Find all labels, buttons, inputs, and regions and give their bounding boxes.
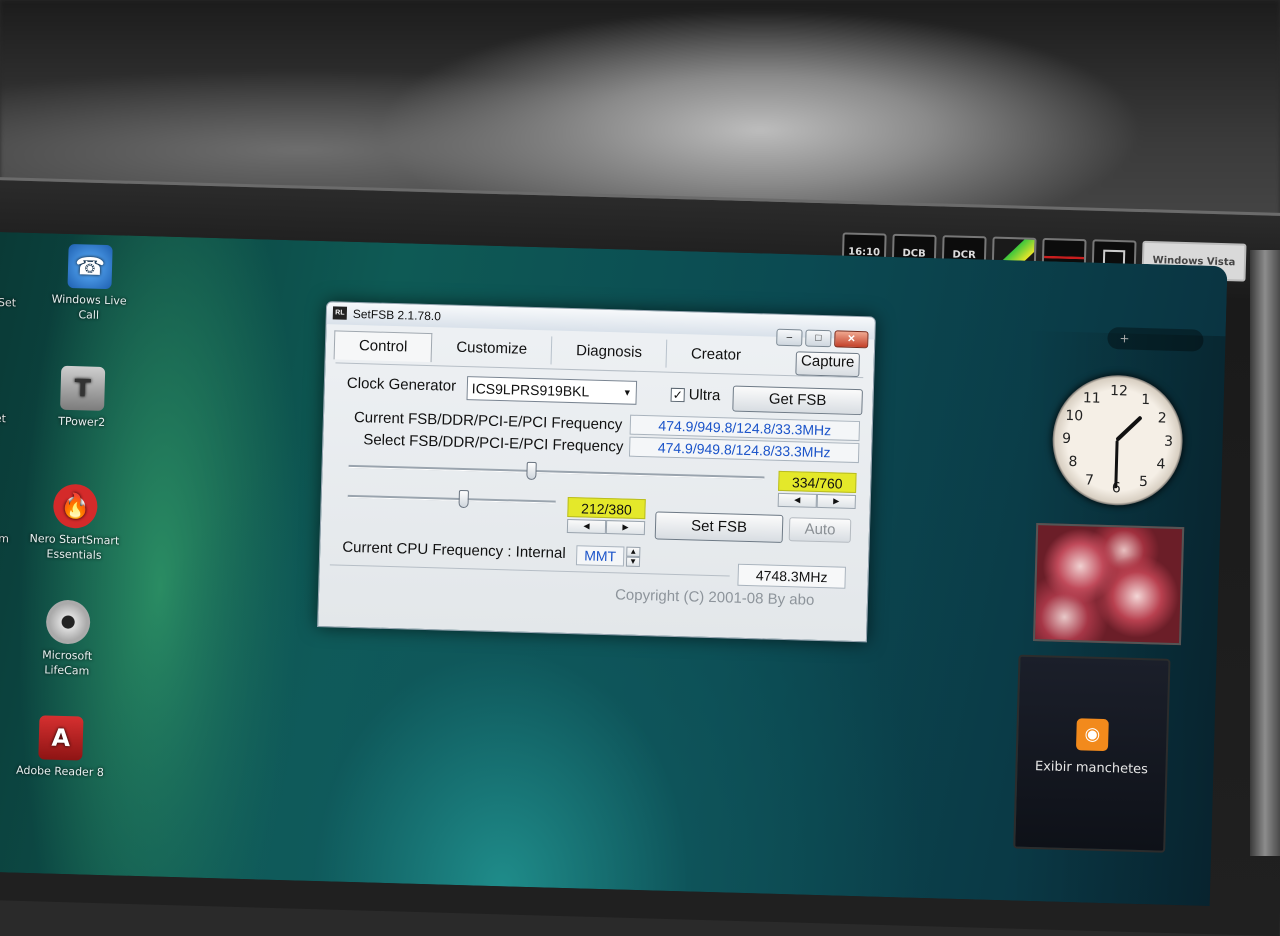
pdf-icon: A <box>38 715 84 761</box>
tpower-icon: T <box>60 365 106 411</box>
cpu-frequency-readout: 4748.3MHz <box>737 563 846 589</box>
cpu-source-spinner[interactable]: ▲ ▼ <box>625 546 641 567</box>
arrow-left-icon[interactable]: ◀ <box>566 518 607 535</box>
tab-control[interactable]: Control <box>333 330 433 363</box>
secondary-slider-readout: 212/380 <box>567 496 646 520</box>
slideshow-gadget-photo[interactable] <box>1032 523 1185 646</box>
feed-headlines-gadget[interactable]: ◉ Exibir manchetes <box>1013 654 1171 853</box>
close-button[interactable]: ✕ <box>834 330 869 349</box>
clock-number: 2 <box>1157 410 1167 427</box>
nero-icon: 🔥 <box>52 483 98 529</box>
clock-generator-label: Clock Generator <box>346 374 457 395</box>
desktop-icon-label: Windows Live Call <box>51 292 127 322</box>
desktop-icon-label: Adobe Reader 8 <box>15 763 104 780</box>
tab-bar: Control Customize Diagnosis Creator <box>333 330 766 371</box>
clock-hour-hand <box>1115 415 1143 442</box>
webcam-icon <box>45 599 91 645</box>
desktop-screen: Set et om 8 ☎ Windows Live Call T TPower… <box>0 232 1228 907</box>
current-frequency-label: Current FSB/DDR/PCI-E/PCI Frequency <box>353 408 623 434</box>
arrow-up-icon[interactable]: ▲ <box>626 546 641 558</box>
clock-number: 12 <box>1109 383 1129 400</box>
clock-number: 5 <box>1138 473 1149 491</box>
arrow-right-icon[interactable]: ▶ <box>605 520 646 536</box>
secondary-slider-track[interactable] <box>347 494 556 504</box>
maximize-button[interactable]: □ <box>805 329 832 348</box>
desktop-icon-adobe-reader[interactable]: A Adobe Reader 8 <box>15 715 107 780</box>
partial-icon-label: Set <box>0 295 17 310</box>
arrow-down-icon[interactable]: ▼ <box>625 556 641 567</box>
tab-customize[interactable]: Customize <box>431 333 553 365</box>
monitor-bezel-edge <box>1250 250 1280 856</box>
clock-number: 4 <box>1156 456 1166 473</box>
clock-number: 9 <box>1061 430 1072 447</box>
clock-number: 11 <box>1082 390 1101 407</box>
fsb-slider-track[interactable] <box>348 464 765 480</box>
partial-icon-label: et <box>0 411 7 426</box>
clock-generator-value: ICS9LPRS919BKL <box>471 380 590 400</box>
ultra-checkbox[interactable]: ✓ <box>670 387 685 403</box>
clock-generator-select[interactable]: ICS9LPRS919BKL ▼ <box>466 376 638 405</box>
clock-number: 8 <box>1068 453 1078 471</box>
arrow-right-icon[interactable]: ▶ <box>816 493 856 509</box>
tab-creator[interactable]: Creator <box>667 340 766 371</box>
chevron-down-icon: ▼ <box>622 387 632 398</box>
get-fsb-button[interactable]: Get FSB <box>732 385 863 416</box>
setfsb-window: RL SetFSB 2.1.78.0 – □ ✕ Control Customi… <box>317 301 876 643</box>
desktop-icon-label: Microsoft LifeCam <box>41 648 93 678</box>
desktop-icon-windows-live-call[interactable]: ☎ Windows Live Call <box>44 243 136 323</box>
auto-button[interactable]: Auto <box>788 517 852 543</box>
partial-icon-label: om <box>0 531 10 546</box>
select-frequency-value: 474.9/949.8/124.8/33.3MHz <box>628 436 860 464</box>
arrow-left-icon[interactable]: ◀ <box>777 492 818 508</box>
feed-headlines-label: Exibir manchetes <box>1034 759 1149 778</box>
rss-icon: ◉ <box>1075 718 1109 752</box>
fsb-slider-spinner[interactable]: ◀ ▶ <box>777 492 856 509</box>
fsb-slider-readout: 334/760 <box>778 470 857 494</box>
sidebar-add-gadget-button[interactable]: + <box>1107 326 1204 352</box>
cpu-source-value: MMT <box>575 545 625 567</box>
secondary-slider-spinner[interactable]: ◀ ▶ <box>566 518 646 536</box>
desktop-icon-tpower2[interactable]: T TPower2 <box>37 365 129 430</box>
set-fsb-button[interactable]: Set FSB <box>654 511 784 543</box>
window-controls: – □ ✕ <box>776 328 869 349</box>
ultra-label: Ultra <box>688 386 721 405</box>
clock-number: 7 <box>1084 472 1095 489</box>
desktop-icon-microsoft-lifecam[interactable]: Microsoft LifeCam <box>22 599 114 679</box>
minimize-button[interactable]: – <box>776 328 803 347</box>
select-frequency-label: Select FSB/DDR/PCI-E/PCI Frequency <box>363 431 624 456</box>
tab-diagnosis[interactable]: Diagnosis <box>551 336 668 368</box>
desktop-icon-label: Nero StartSmart Essentials <box>29 531 120 562</box>
footer-separator <box>329 564 730 577</box>
fsb-slider-thumb[interactable] <box>526 461 537 481</box>
clock-number: 1 <box>1141 391 1151 409</box>
window-title: SetFSB 2.1.78.0 <box>352 306 442 324</box>
clock-number: 10 <box>1065 407 1084 425</box>
desktop-icon-label: TPower2 <box>58 414 106 430</box>
desktop-icon-nero-startsmart[interactable]: 🔥 Nero StartSmart Essentials <box>29 483 121 563</box>
secondary-slider-thumb[interactable] <box>458 489 470 509</box>
cpu-frequency-label: Current CPU Frequency : Internal <box>342 538 566 562</box>
phone-icon: ☎ <box>67 243 113 290</box>
setfsb-app-icon: RL <box>332 306 348 320</box>
clock-number: 3 <box>1163 433 1174 450</box>
capture-button[interactable]: Capture <box>795 351 860 378</box>
copyright-text: Copyright (C) 2001-08 By abo <box>614 586 815 609</box>
partial-icon-label: 8 <box>0 650 2 663</box>
